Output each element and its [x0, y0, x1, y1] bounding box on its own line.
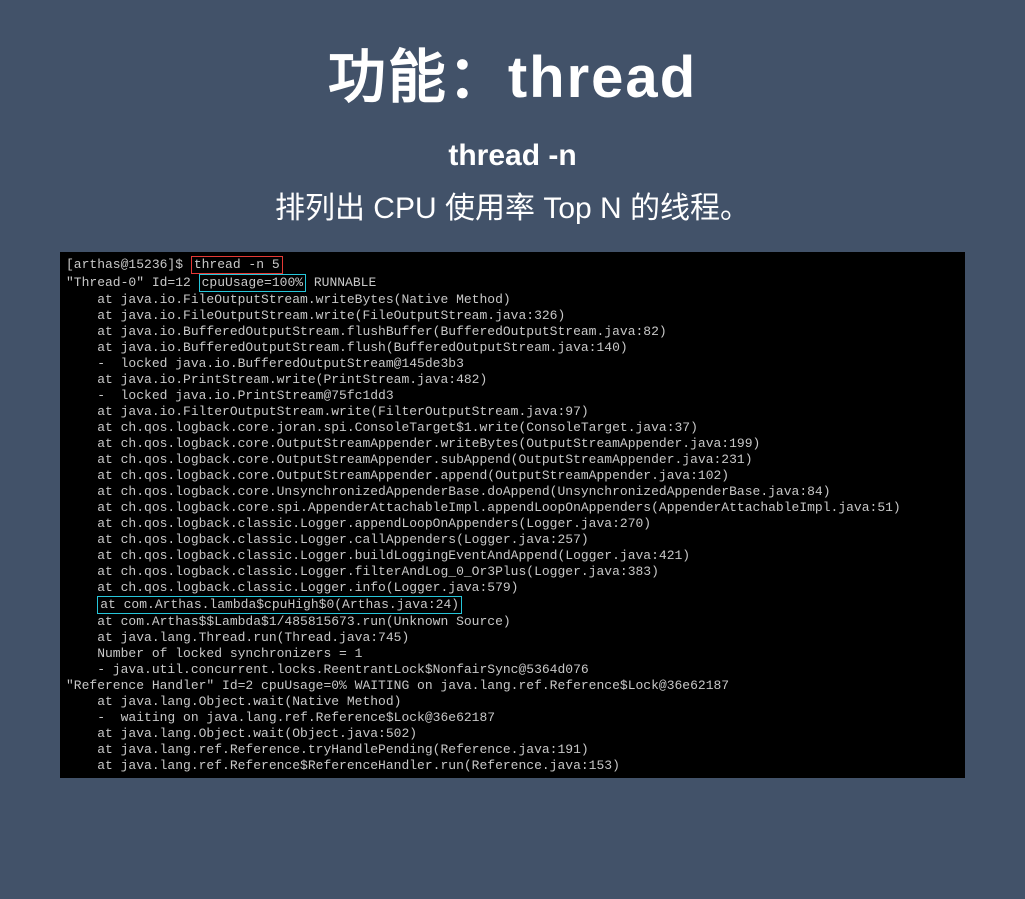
stack-line: - locked java.io.BufferedOutputStream@14… — [66, 356, 959, 372]
stack-line: at ch.qos.logback.core.OutputStreamAppen… — [66, 468, 959, 484]
stack-line: at java.io.FileOutputStream.writeBytes(N… — [66, 292, 959, 308]
stack-line: at ch.qos.logback.core.OutputStreamAppen… — [66, 436, 959, 452]
stack-line: at java.io.BufferedOutputStream.flushBuf… — [66, 324, 959, 340]
slide-title: 功能：thread — [328, 30, 697, 114]
stack-line: - locked java.io.PrintStream@75fc1dd3 — [66, 388, 959, 404]
thread-info-post: RUNNABLE — [306, 275, 376, 290]
stack-line: at java.lang.Object.wait(Native Method) — [66, 694, 959, 710]
slide: 功能：thread thread -n 排列出 CPU 使用率 Top N 的线… — [0, 0, 1025, 899]
stack-line: at ch.qos.logback.core.spi.AppenderAttac… — [66, 500, 959, 516]
thread-info-pre: "Thread-0" Id=12 — [66, 275, 199, 290]
slide-subtitle: thread -n — [448, 139, 576, 173]
stack-line: at ch.qos.logback.core.joran.spi.Console… — [66, 420, 959, 436]
slide-description: 排列出 CPU 使用率 Top N 的线程。 — [275, 183, 750, 227]
stack-line: at java.io.FilterOutputStream.write(Filt… — [66, 404, 959, 420]
command-highlight: thread -n 5 — [191, 256, 283, 274]
terminal-prompt: [arthas@15236]$ — [66, 257, 191, 272]
stack-line: at com.Arthas$$Lambda$1/485815673.run(Un… — [66, 614, 959, 630]
stack-trace-1: at java.io.FileOutputStream.writeBytes(N… — [66, 292, 959, 596]
stack-line: at ch.qos.logback.classic.Logger.filterA… — [66, 564, 959, 580]
stack-line: at ch.qos.logback.core.OutputStreamAppen… — [66, 452, 959, 468]
stack-line: at java.io.FileOutputStream.write(FileOu… — [66, 308, 959, 324]
stack-line: at java.lang.Thread.run(Thread.java:745) — [66, 630, 959, 646]
stack-line: at ch.qos.logback.classic.Logger.callApp… — [66, 532, 959, 548]
terminal-output: [arthas@15236]$ thread -n 5"Thread-0" Id… — [60, 252, 965, 778]
stack-line: at ch.qos.logback.classic.Logger.appendL… — [66, 516, 959, 532]
cpu-usage-highlight: cpuUsage=100% — [199, 274, 306, 292]
stack-line: at ch.qos.logback.core.UnsynchronizedApp… — [66, 484, 959, 500]
stack-trace-2: at com.Arthas$$Lambda$1/485815673.run(Un… — [66, 614, 959, 774]
stack-line: - waiting on java.lang.ref.Reference$Loc… — [66, 710, 959, 726]
stack-line: at ch.qos.logback.classic.Logger.info(Lo… — [66, 580, 959, 596]
stack-line: at java.lang.ref.Reference.tryHandlePend… — [66, 742, 959, 758]
stack-line: at java.io.BufferedOutputStream.flush(Bu… — [66, 340, 959, 356]
stack-line: at java.io.PrintStream.write(PrintStream… — [66, 372, 959, 388]
stack-line: - java.util.concurrent.locks.ReentrantLo… — [66, 662, 959, 678]
stack-line: at ch.qos.logback.classic.Logger.buildLo… — [66, 548, 959, 564]
highlight-pre — [66, 597, 97, 612]
stack-line: "Reference Handler" Id=2 cpuUsage=0% WAI… — [66, 678, 959, 694]
stack-line: at java.lang.ref.Reference$ReferenceHand… — [66, 758, 959, 774]
stack-line: Number of locked synchronizers = 1 — [66, 646, 959, 662]
arthas-line-highlight: at com.Arthas.lambda$cpuHigh$0(Arthas.ja… — [97, 596, 462, 614]
stack-line: at java.lang.Object.wait(Object.java:502… — [66, 726, 959, 742]
